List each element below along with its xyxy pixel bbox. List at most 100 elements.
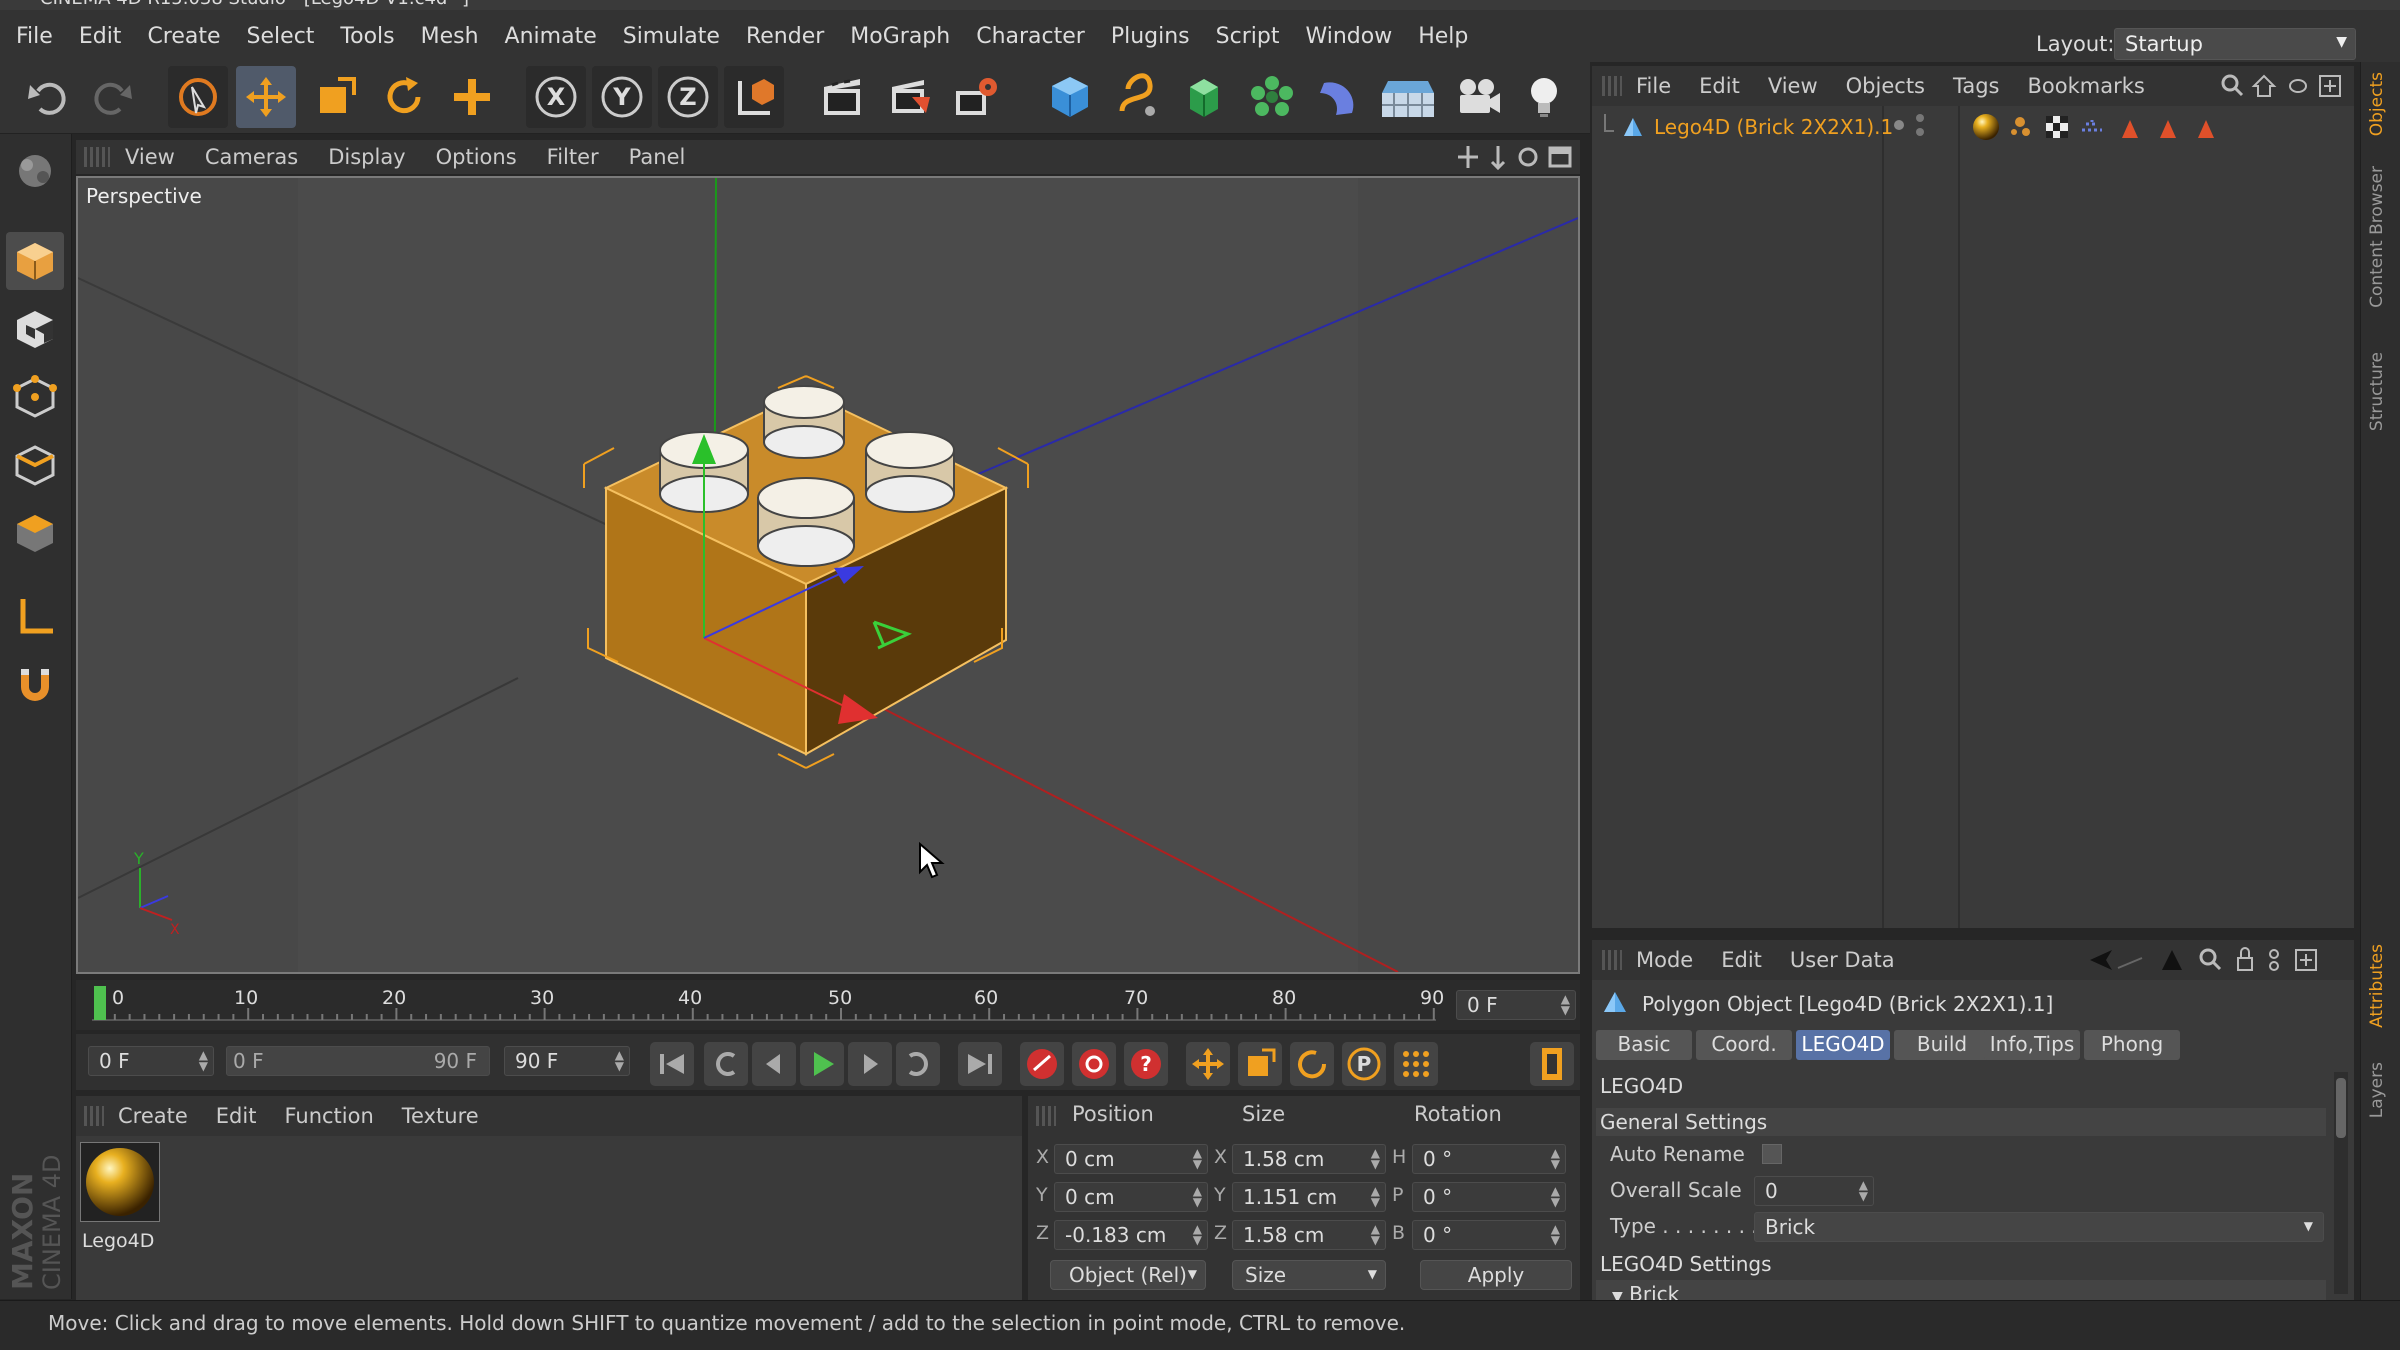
menu-character[interactable]: Character	[963, 24, 1098, 49]
om-menu-tags[interactable]: Tags	[1939, 74, 2014, 98]
max-time-field[interactable]: 90 F ▲ ▼	[504, 1046, 630, 1076]
current-frame-marker[interactable]	[94, 986, 106, 1020]
undo-button[interactable]	[18, 66, 78, 128]
key-scale-button[interactable]	[1238, 1042, 1282, 1086]
keyframe-selection-button[interactable]: ?	[1124, 1042, 1168, 1086]
vp-menu-options[interactable]: Options	[421, 145, 532, 169]
key-pla-button[interactable]	[1394, 1042, 1438, 1086]
viewport-scene[interactable]: Y X	[78, 178, 1578, 972]
perspective-viewport[interactable]: Y X Perspective	[76, 176, 1580, 974]
z-axis-lock-button[interactable]: Z	[658, 66, 718, 128]
side-tab-content-browser[interactable]: Content Browser	[2367, 166, 2387, 308]
model-mode-button[interactable]	[6, 232, 64, 290]
previous-frame-button[interactable]	[752, 1042, 796, 1086]
size-mode-select[interactable]: Size ▼	[1232, 1260, 1386, 1290]
menu-tools[interactable]: Tools	[327, 24, 407, 49]
deformer-button[interactable]	[1308, 66, 1368, 128]
position-y-field[interactable]: 0 cm ▲ ▼	[1054, 1182, 1208, 1212]
menu-script[interactable]: Script	[1203, 24, 1293, 49]
side-tab-attributes[interactable]: Attributes	[2367, 944, 2387, 1028]
vp-menu-filter[interactable]: Filter	[532, 145, 614, 169]
rotate-tool-button[interactable]	[374, 66, 434, 128]
side-tab-structure[interactable]: Structure	[2367, 352, 2387, 431]
next-key-button[interactable]	[896, 1042, 940, 1086]
auto-rename-checkbox[interactable]	[1762, 1144, 1782, 1164]
position-z-field[interactable]: -0.183 cm ▲ ▼	[1054, 1220, 1208, 1250]
attribute-scrollbar[interactable]	[2334, 1072, 2348, 1294]
render-picture-viewer-button[interactable]	[880, 66, 940, 128]
menu-simulate[interactable]: Simulate	[610, 24, 733, 49]
make-editable-button[interactable]	[6, 142, 64, 200]
mat-menu-edit[interactable]: Edit	[202, 1104, 271, 1128]
add-cube-button[interactable]	[1040, 66, 1100, 128]
coordinate-mode-select[interactable]: Object (Rel) ▼	[1050, 1260, 1206, 1290]
object-row[interactable]: Lego4D (Brick 2X2X1).1	[1596, 112, 2346, 144]
vp-menu-view[interactable]: View	[110, 145, 190, 169]
y-axis-lock-button[interactable]: Y	[592, 66, 652, 128]
min-time-field[interactable]: 0 F ▲ ▼	[88, 1046, 214, 1076]
layout-select[interactable]: Startup ▼	[2114, 28, 2356, 60]
om-menu-edit[interactable]: Edit	[1685, 74, 1754, 98]
render-view-button[interactable]	[812, 66, 872, 128]
render-visibility-dot[interactable]	[1916, 128, 1924, 136]
point-mode-button[interactable]	[6, 368, 64, 426]
am-menu-mode[interactable]: Mode	[1622, 948, 1707, 972]
scrollbar-thumb[interactable]	[2336, 1078, 2346, 1138]
om-menu-bookmarks[interactable]: Bookmarks	[2014, 74, 2159, 98]
rotation-b-field[interactable]: 0 ° ▲ ▼	[1412, 1220, 1566, 1250]
mat-menu-create[interactable]: Create	[104, 1104, 202, 1128]
live-selection-button[interactable]	[168, 66, 228, 128]
overall-scale-field[interactable]: 0 ▲ ▼	[1754, 1176, 1874, 1206]
polygon-mode-button[interactable]	[6, 504, 64, 562]
texture-mode-button[interactable]	[6, 300, 64, 358]
key-parameter-button[interactable]: P	[1342, 1042, 1386, 1086]
snap-button[interactable]	[6, 656, 64, 714]
workplane-button[interactable]	[6, 588, 64, 646]
tab-phong[interactable]: Phong	[2084, 1030, 2180, 1060]
move-tool-button[interactable]	[236, 66, 296, 128]
om-menu-objects[interactable]: Objects	[1832, 74, 1939, 98]
spline-pen-button[interactable]	[1108, 66, 1168, 128]
apply-button[interactable]: Apply	[1420, 1260, 1572, 1290]
am-menu-user-data[interactable]: User Data	[1776, 948, 1909, 972]
cloner-button[interactable]	[1242, 66, 1302, 128]
menu-animate[interactable]: Animate	[492, 24, 610, 49]
size-x-field[interactable]: 1.58 cm ▲ ▼	[1232, 1144, 1386, 1174]
preview-range-slider[interactable]: 0 F 90 F	[226, 1046, 490, 1076]
menu-mesh[interactable]: Mesh	[408, 24, 492, 49]
x-axis-lock-button[interactable]: X	[526, 66, 586, 128]
size-y-field[interactable]: 1.151 cm ▲ ▼	[1232, 1182, 1386, 1212]
tab-build[interactable]: Build	[1894, 1030, 1990, 1060]
vp-menu-panel[interactable]: Panel	[614, 145, 701, 169]
previous-key-button[interactable]	[704, 1042, 748, 1086]
rotation-p-field[interactable]: 0 ° ▲ ▼	[1412, 1182, 1566, 1212]
redo-button[interactable]	[82, 66, 142, 128]
side-tab-layers[interactable]: Layers	[2367, 1062, 2387, 1118]
type-select[interactable]: Brick ▼	[1754, 1212, 2324, 1242]
coordinate-system-button[interactable]	[724, 66, 784, 128]
camera-button[interactable]	[1448, 66, 1508, 128]
autokey-button[interactable]	[1072, 1042, 1116, 1086]
position-x-field[interactable]: 0 cm ▲ ▼	[1054, 1144, 1208, 1174]
record-button[interactable]	[1020, 1042, 1064, 1086]
editor-visibility-dot[interactable]	[1894, 120, 1904, 130]
light-button[interactable]	[1514, 66, 1574, 128]
om-menu-view[interactable]: View	[1754, 74, 1832, 98]
tab-basic[interactable]: Basic	[1596, 1030, 1692, 1060]
object-tags[interactable]	[1970, 112, 2230, 142]
menu-create[interactable]: Create	[134, 24, 233, 49]
vp-menu-display[interactable]: Display	[313, 145, 420, 169]
scale-tool-button[interactable]	[306, 66, 366, 128]
tab-coord[interactable]: Coord.	[1696, 1030, 1792, 1060]
mat-menu-texture[interactable]: Texture	[388, 1104, 493, 1128]
mat-menu-function[interactable]: Function	[270, 1104, 387, 1128]
menu-mograph[interactable]: MoGraph	[837, 24, 963, 49]
next-frame-button[interactable]	[848, 1042, 892, 1086]
menu-window[interactable]: Window	[1292, 24, 1405, 49]
side-tab-objects[interactable]: Objects	[2367, 72, 2387, 136]
render-visibility-dot[interactable]	[1916, 114, 1924, 122]
tab-lego4d[interactable]: LEGO4D	[1796, 1030, 1890, 1060]
am-nav-icons[interactable]	[2086, 946, 2350, 974]
current-frame-field[interactable]: 0 F ▲ ▼	[1456, 990, 1576, 1020]
go-to-end-button[interactable]	[958, 1042, 1002, 1086]
